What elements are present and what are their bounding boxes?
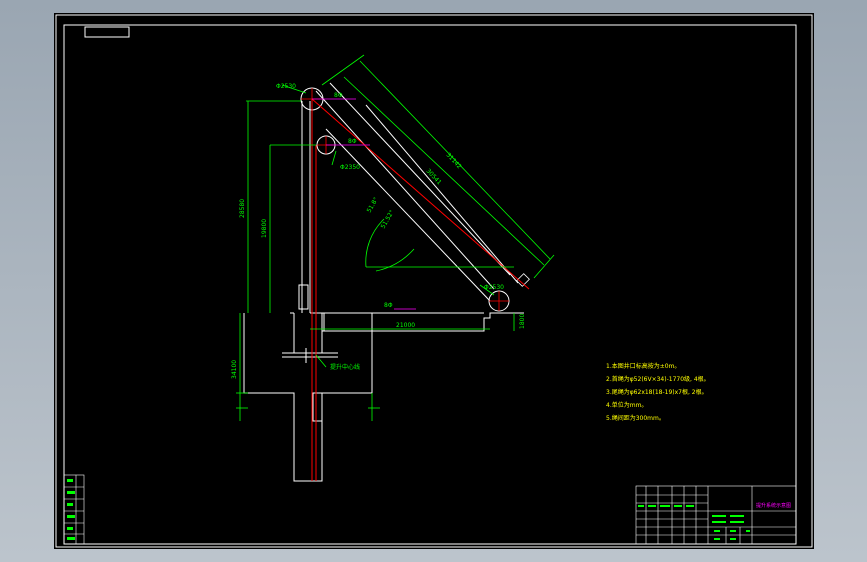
dimension-lines — [236, 54, 555, 421]
note-2: 2.首绳为φ52(6V×34)-1770级, 4根。 — [606, 375, 710, 383]
inclined-frame — [315, 82, 519, 302]
left-strip-table — [63, 474, 85, 545]
dim-d2: Φ2350 — [340, 164, 360, 171]
dim-long-outer: 31142 — [445, 152, 463, 171]
inner-border — [63, 24, 797, 545]
dim-bottom-left: 34100 — [231, 360, 238, 379]
note-1: 1.本图井口标高按为±0m。 — [606, 362, 680, 370]
dim-d1: Φ2530 — [276, 83, 296, 90]
dim-horizontal: 21000 — [396, 322, 415, 329]
outer-border — [55, 14, 813, 548]
corner-tag — [84, 26, 130, 38]
note-3: 3.尾绳为φ62x18(18-19)x7根, 2根。 — [606, 388, 708, 396]
dim-vertical-total: 28580 — [239, 199, 246, 218]
dim-right-small: 1800 — [519, 314, 526, 329]
cad-viewport: Φ2530 Φ2350 Φ2530 31142 30541 28580 1980… — [0, 0, 867, 562]
dim-angle1: 51.8° — [366, 196, 380, 214]
dim-tag2: 8Φ — [348, 138, 357, 145]
title-drawing-name: 提升系统示意图 — [756, 502, 791, 509]
notes-block: 1.本图井口标高按为±0m。 2.首绳为φ52(6V×34)-1770级, 4根… — [606, 362, 710, 422]
shaft-outline — [243, 101, 524, 482]
dim-tag3: 8Φ — [384, 302, 393, 309]
dim-d3: Φ2530 — [484, 284, 504, 291]
left-strip-marks — [67, 479, 75, 540]
centerline-label: 提升中心线 — [330, 363, 360, 371]
note-5: 5.绳间距为300mm。 — [606, 414, 665, 422]
dim-vertical-inner: 19800 — [261, 219, 268, 238]
note-4: 4.单位为mm。 — [606, 401, 647, 409]
dim-tag1: 8Φ — [334, 92, 343, 99]
drawing-canvas[interactable]: Φ2530 Φ2350 Φ2530 31142 30541 28580 1980… — [54, 13, 814, 549]
cad-drawing: Φ2530 Φ2350 Φ2530 31142 30541 28580 1980… — [55, 14, 813, 548]
dim-angle2: 51.52° — [380, 209, 396, 230]
